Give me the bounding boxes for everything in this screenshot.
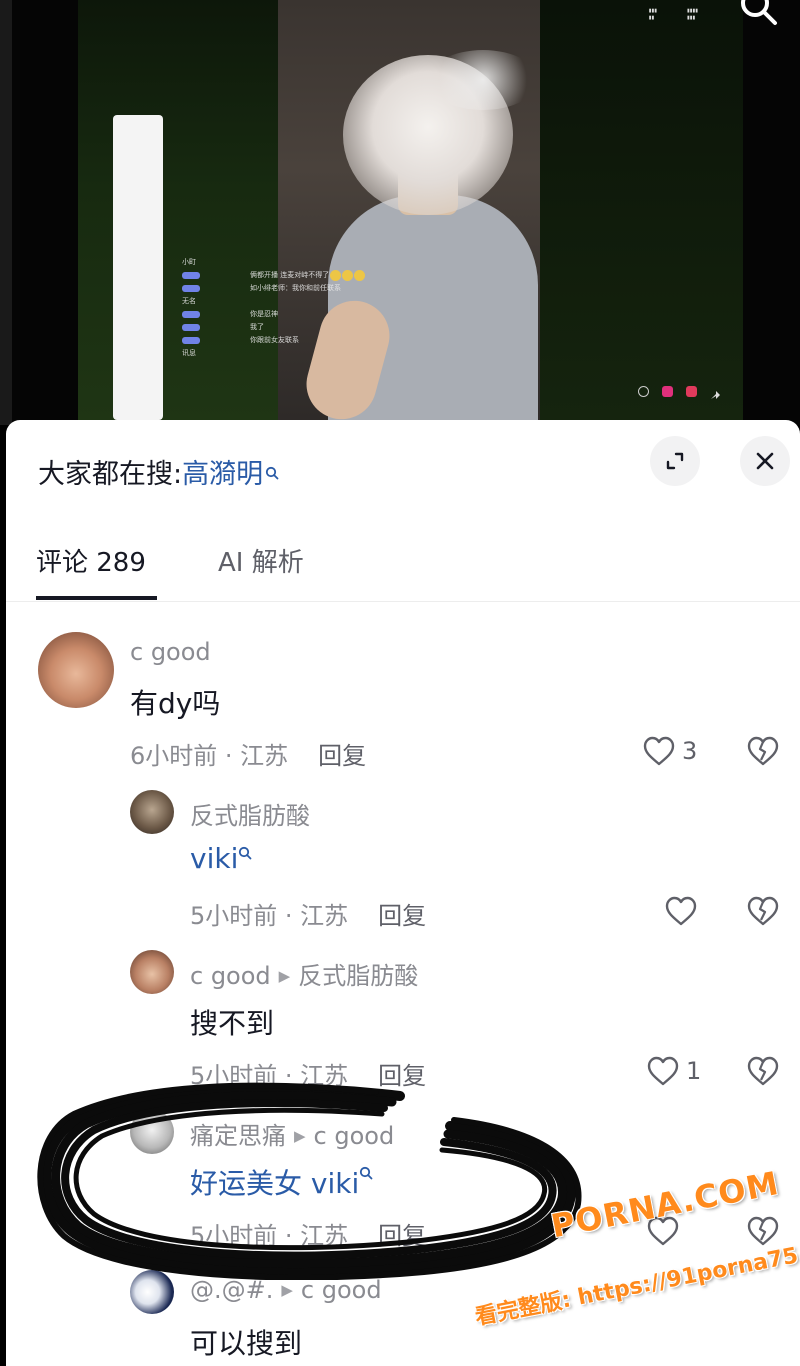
reply-arrow-icon: ▶ [278,967,291,985]
reply-button[interactable]: 回复 [378,1222,426,1250]
laugh-emoji-icon [354,269,366,281]
comment-meta: 6小时前 · 江苏 回复 [130,736,366,771]
comment-author[interactable]: c good [190,962,271,990]
comment-text: 有dy吗 [130,687,221,720]
broken-heart-icon [747,736,779,766]
like-button[interactable] [664,895,704,927]
chat-line: 讯息 [182,349,196,357]
like-count: 3 [682,737,698,765]
avatar[interactable] [38,632,114,708]
live-chat: 小町 俩都开播 连麦对峙不得了 如小绯老师：我你和前任联系 无名 你是忍神 我了… [90,256,366,360]
chat-line: 小町 [182,258,196,266]
like-button[interactable]: 1 [646,1055,701,1087]
search-icon[interactable] [738,0,778,26]
smoke-puff [428,50,538,110]
comment-author[interactable]: 痛定思痛 [190,1122,286,1150]
video-background-right [540,0,743,420]
laugh-emoji-icon [342,269,354,281]
dislike-button[interactable] [746,895,780,931]
comment-link-text[interactable]: 好运美女 viki [190,1167,359,1200]
reply-arrow-icon: ▶ [281,1281,293,1299]
comment-time-location: 5小时前 · 江苏 [190,1062,349,1090]
chat-line: 无名 [182,297,196,305]
heart-icon[interactable] [662,386,673,397]
like-count: 1 [686,1057,702,1085]
comment-meta: 5小时前 · 江苏 回复 [190,1056,426,1091]
heart-icon [643,736,675,766]
reply-arrow-icon: ▶ [294,1127,306,1145]
reply-target[interactable]: 反式脂肪酸 [298,962,418,990]
active-tab-indicator [36,596,157,600]
comment-meta: 5小时前 · 江苏 回复 [190,896,426,931]
comment-time-location: 6小时前 · 江苏 [130,742,289,770]
reply-target[interactable]: c good [301,1276,382,1304]
video-frame[interactable]: 小町 俩都开播 连麦对峙不得了 如小绯老师：我你和前任联系 无名 你是忍神 我了… [78,0,743,420]
comment-author-line: @.@#. ▶ c good [190,1276,382,1304]
like-button[interactable]: 3 [642,735,697,767]
live-stats: ▮▮▮ ▮▮ ▮▮▮▮ ▮▮▮ [649,8,698,22]
comment-time-location: 5小时前 · 江苏 [190,1222,349,1250]
dislike-button[interactable] [746,1055,780,1091]
chat-line: 我了 [90,321,350,334]
chat-line: 你是忍神 [90,308,350,321]
avatar[interactable] [130,790,174,834]
reply-target[interactable]: c good [314,1122,395,1150]
comment-author-line: c good ▶ 反式脂肪酸 [190,956,418,991]
comment-link-text[interactable]: viki [190,842,238,875]
comment-text[interactable]: 好运美女 viki [190,1162,373,1202]
laugh-emoji-icon [330,269,342,281]
comment-sheet: 大家都在搜:高漪明 评论 289 AI 解析 c good 有dy吗 6小时前 … [6,420,800,1366]
trending-search[interactable]: 大家都在搜:高漪明 [38,452,279,491]
dislike-button[interactable] [746,735,780,771]
chat-line: 如小绯老师：我你和前任联系 [90,282,350,295]
comment-text[interactable]: viki [190,842,252,875]
broken-heart-icon [747,1216,779,1246]
comment-author-line: 痛定思痛 ▶ c good [190,1116,394,1151]
comment-text: 可以搜到 [190,1327,303,1360]
trending-search-keyword[interactable]: 高漪明 [182,459,263,490]
reply-button[interactable]: 回复 [378,902,426,930]
share-icon[interactable] [710,386,721,399]
tab-ai-analysis[interactable]: AI 解析 [218,542,304,579]
stat-block: ▮▮▮▮ ▮▮▮ [686,8,698,21]
close-button[interactable] [740,436,790,486]
search-icon [265,456,279,487]
trending-search-prefix: 大家都在搜: [38,459,183,490]
more-icon[interactable] [638,386,649,397]
like-button[interactable] [646,1215,686,1247]
comment-tabs: 评论 289 AI 解析 [6,520,800,602]
comment-text: 搜不到 [190,1007,275,1040]
avatar[interactable] [130,1110,174,1154]
video-player[interactable]: 小町 俩都开播 连麦对峙不得了 如小绯老师：我你和前任联系 无名 你是忍神 我了… [0,0,800,425]
search-icon [239,846,252,860]
close-icon [756,452,774,470]
tab-comments[interactable]: 评论 289 [36,542,146,579]
chat-line: 你跟前女友联系 [90,334,350,347]
avatar[interactable] [130,950,174,994]
comment-time-location: 5小时前 · 江苏 [190,902,349,930]
stat-block: ▮▮▮ ▮▮ [648,8,657,21]
search-icon [360,1166,373,1180]
heart-icon [647,1056,679,1086]
broken-heart-icon [747,1056,779,1086]
reply-button[interactable]: 回复 [378,1062,426,1090]
comment-author[interactable]: 反式脂肪酸 [190,796,310,831]
left-edge [0,0,12,425]
comment-author[interactable]: @.@#. [190,1276,273,1304]
heart-icon [665,896,697,926]
reply-button[interactable]: 回复 [318,742,366,770]
expand-button[interactable] [650,436,700,486]
dislike-button[interactable] [746,1215,780,1251]
heart-icon [647,1216,679,1246]
avatar[interactable] [130,1270,174,1314]
expand-icon [666,452,684,470]
chat-line: 俩都开播 连麦对峙不得了 [90,269,366,282]
broken-heart-icon [747,896,779,926]
comment-meta: 5小时前 · 江苏 回复 [190,1216,426,1251]
comment-author[interactable]: c good [130,638,211,666]
live-controls [638,386,721,399]
gift-icon[interactable] [686,386,697,397]
